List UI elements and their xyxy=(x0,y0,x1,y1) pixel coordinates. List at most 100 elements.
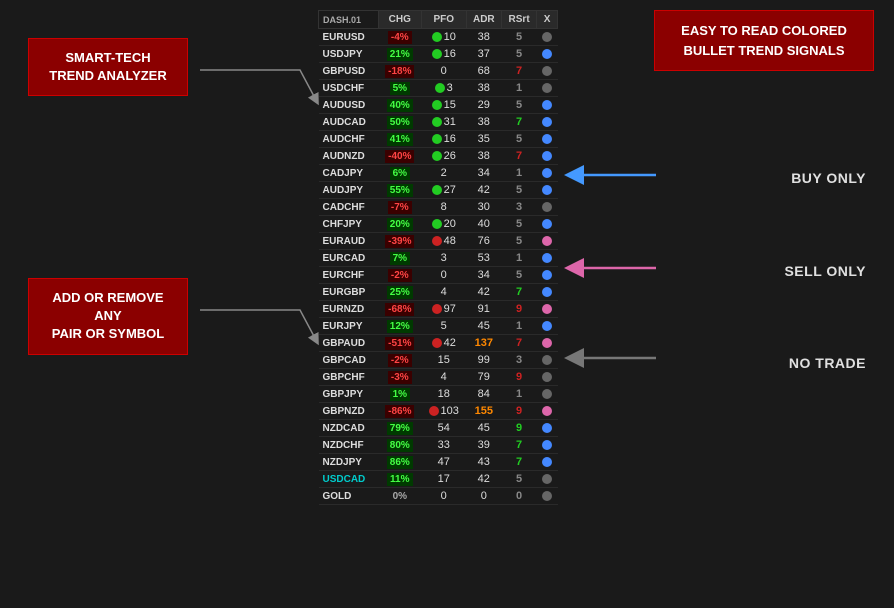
x-dot-indicator xyxy=(542,219,552,229)
cell-rstr: 1 xyxy=(502,165,537,182)
cell-pfo: 3 xyxy=(421,250,466,267)
cell-pfo: 15 xyxy=(421,97,466,114)
cell-chg: -39% xyxy=(378,233,421,250)
table-row: EURAUD-39%48765 xyxy=(319,233,558,250)
x-dot-indicator xyxy=(542,168,552,178)
cell-adr: 38 xyxy=(466,29,502,46)
easy-read-label: EASY TO READ COLORED BULLET TREND SIGNAL… xyxy=(654,10,874,71)
cell-rstr: 7 xyxy=(502,284,537,301)
pfo-dot xyxy=(432,219,442,229)
cell-symbol: EURCHF xyxy=(319,267,379,284)
cell-symbol: GBPCHF xyxy=(319,369,379,386)
pfo-dot xyxy=(432,100,442,110)
x-dot-indicator xyxy=(542,117,552,127)
cell-symbol: EURAUD xyxy=(319,233,379,250)
no-trade-label: NO TRADE xyxy=(789,355,866,371)
cell-chg: 7% xyxy=(378,250,421,267)
cell-chg: -4% xyxy=(378,29,421,46)
cell-rstr: 7 xyxy=(502,114,537,131)
cell-pfo: 2 xyxy=(421,165,466,182)
cell-pfo: 8 xyxy=(421,199,466,216)
x-dot-indicator xyxy=(542,491,552,501)
cell-rstr: 7 xyxy=(502,454,537,471)
cell-pfo: 4 xyxy=(421,369,466,386)
cell-chg: -2% xyxy=(378,352,421,369)
smart-tech-label: SMART-TECH TREND ANALYZER xyxy=(28,38,188,96)
pfo-dot xyxy=(432,236,442,246)
cell-chg: 40% xyxy=(378,97,421,114)
sell-only-label: SELL ONLY xyxy=(784,263,866,279)
cell-symbol: NZDCHF xyxy=(319,437,379,454)
cell-adr: 38 xyxy=(466,148,502,165)
col-chg: CHG xyxy=(378,11,421,29)
cell-symbol: CHFJPY xyxy=(319,216,379,233)
cell-chg: -51% xyxy=(378,335,421,352)
cell-adr: 34 xyxy=(466,165,502,182)
pfo-dot xyxy=(432,151,442,161)
cell-adr: 137 xyxy=(466,335,502,352)
cell-pfo: 0 xyxy=(421,267,466,284)
cell-rstr: 5 xyxy=(502,182,537,199)
x-dot-indicator xyxy=(542,355,552,365)
cell-adr: 38 xyxy=(466,114,502,131)
cell-symbol: NZDCAD xyxy=(319,420,379,437)
table-row: GBPJPY1%18841 xyxy=(319,386,558,403)
cell-adr: 42 xyxy=(466,471,502,488)
cell-adr: 91 xyxy=(466,301,502,318)
cell-x-dot xyxy=(537,199,558,216)
x-dot-indicator xyxy=(542,151,552,161)
cell-chg: 21% xyxy=(378,46,421,63)
cell-pfo: 10 xyxy=(421,29,466,46)
cell-adr: 45 xyxy=(466,420,502,437)
cell-adr: 42 xyxy=(466,284,502,301)
cell-adr: 76 xyxy=(466,233,502,250)
add-remove-label: ADD OR REMOVE ANY PAIR OR SYMBOL xyxy=(28,278,188,355)
table-row: AUDCHF41%16355 xyxy=(319,131,558,148)
col-x: X xyxy=(537,11,558,29)
cell-x-dot xyxy=(537,250,558,267)
cell-pfo: 31 xyxy=(421,114,466,131)
cell-rstr: 9 xyxy=(502,403,537,420)
cell-adr: 79 xyxy=(466,369,502,386)
cell-rstr: 5 xyxy=(502,267,537,284)
x-dot-indicator xyxy=(542,32,552,42)
cell-pfo: 27 xyxy=(421,182,466,199)
cell-symbol: EURUSD xyxy=(319,29,379,46)
table-row: AUDNZD-40%26387 xyxy=(319,148,558,165)
col-pfo: PFO xyxy=(421,11,466,29)
cell-x-dot xyxy=(537,131,558,148)
cell-x-dot xyxy=(537,471,558,488)
cell-x-dot xyxy=(537,216,558,233)
table-row: GOLD0%000 xyxy=(319,488,558,505)
cell-pfo: 42 xyxy=(421,335,466,352)
cell-x-dot xyxy=(537,403,558,420)
cell-rstr: 1 xyxy=(502,250,537,267)
cell-pfo: 4 xyxy=(421,284,466,301)
cell-adr: 34 xyxy=(466,267,502,284)
cell-chg: 79% xyxy=(378,420,421,437)
col-rstr: RSrt xyxy=(502,11,537,29)
cell-rstr: 5 xyxy=(502,471,537,488)
cell-symbol: CADCHF xyxy=(319,199,379,216)
pfo-dot xyxy=(435,83,445,93)
cell-pfo: 47 xyxy=(421,454,466,471)
cell-symbol: EURGBP xyxy=(319,284,379,301)
cell-symbol: EURCAD xyxy=(319,250,379,267)
cell-x-dot xyxy=(537,46,558,63)
table-row: EURCHF-2%0345 xyxy=(319,267,558,284)
cell-symbol: NZDJPY xyxy=(319,454,379,471)
cell-adr: 155 xyxy=(466,403,502,420)
cell-pfo: 54 xyxy=(421,420,466,437)
pfo-dot xyxy=(429,406,439,416)
cell-chg: 0% xyxy=(378,488,421,505)
x-dot-indicator xyxy=(542,423,552,433)
cell-rstr: 3 xyxy=(502,352,537,369)
cell-x-dot xyxy=(537,233,558,250)
pfo-dot xyxy=(432,49,442,59)
cell-symbol: GBPAUD xyxy=(319,335,379,352)
x-dot-indicator xyxy=(542,66,552,76)
cell-rstr: 5 xyxy=(502,131,537,148)
cell-pfo: 16 xyxy=(421,131,466,148)
cell-rstr: 5 xyxy=(502,233,537,250)
cell-chg: 41% xyxy=(378,131,421,148)
